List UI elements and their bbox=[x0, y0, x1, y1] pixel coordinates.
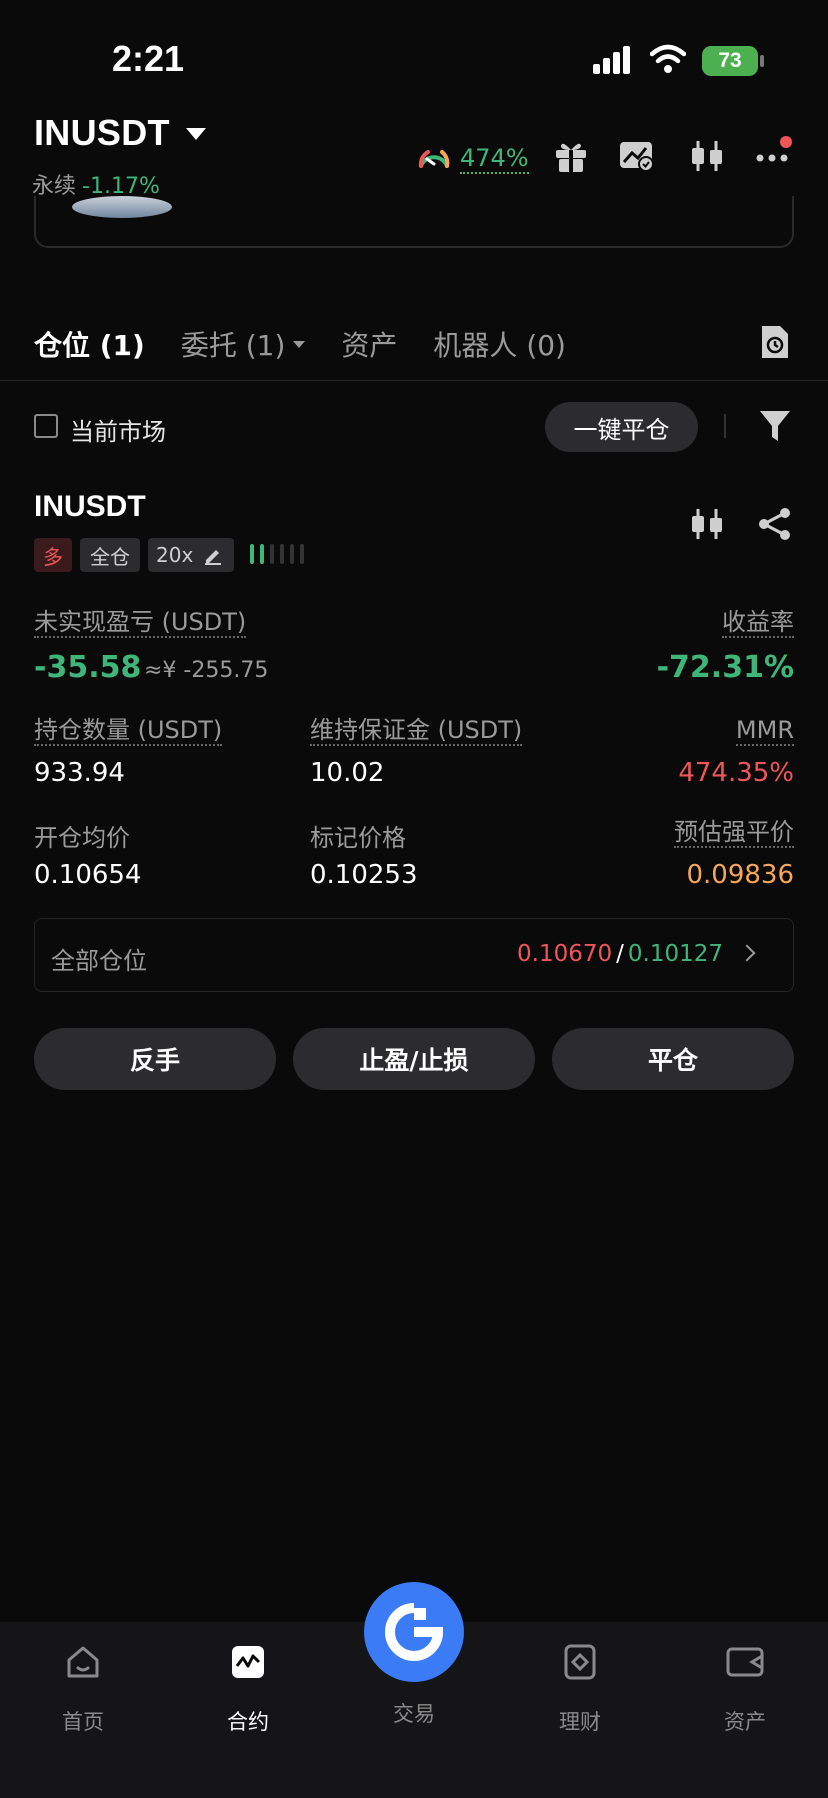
position-tabs: 仓位 (1) 委托 (1) 资产 机器人 (0) bbox=[34, 322, 602, 366]
nav-home-label: 首页 bbox=[62, 1710, 104, 1734]
nav-trade-label[interactable]: 交易 bbox=[354, 1698, 474, 1728]
risk-level-bars bbox=[250, 544, 304, 564]
filter-icon[interactable] bbox=[758, 408, 792, 444]
unrealized-pnl-cny: ≈¥ -255.75 bbox=[144, 658, 269, 683]
filter-separator bbox=[724, 414, 726, 438]
all-positions-label: 全部仓位 bbox=[51, 947, 147, 975]
close-position-button[interactable]: 平仓 bbox=[552, 1028, 794, 1090]
liquidation-price-label[interactable]: 预估强平价 bbox=[674, 818, 794, 848]
liquidation-price-value: 0.09836 bbox=[686, 860, 794, 890]
all-positions-prices: 0.10670/0.10127 bbox=[517, 941, 723, 967]
edit-icon bbox=[205, 550, 222, 565]
pair-title[interactable]: INUSDT bbox=[34, 112, 170, 154]
trade-fab-button[interactable] bbox=[364, 1582, 464, 1682]
position-symbol[interactable]: INUSDT bbox=[34, 490, 146, 524]
signal-icon bbox=[593, 46, 630, 74]
futures-chart-icon bbox=[232, 1646, 264, 1678]
chevron-right-icon bbox=[738, 944, 756, 962]
reverse-button[interactable]: 反手 bbox=[34, 1028, 276, 1090]
position-size-value: 933.94 bbox=[34, 758, 125, 788]
unrealized-pnl-label[interactable]: 未实现盈亏 (USDT) bbox=[34, 608, 247, 638]
position-size-label[interactable]: 持仓数量 (USDT) bbox=[34, 716, 223, 746]
close-all-button[interactable]: 一键平仓 bbox=[545, 402, 698, 452]
home-icon bbox=[67, 1646, 99, 1678]
gift-icon[interactable] bbox=[552, 138, 590, 174]
nav-earn[interactable]: 理财 bbox=[520, 1640, 640, 1736]
current-market-label[interactable]: 当前市场 bbox=[70, 412, 166, 447]
all-positions-separator: / bbox=[616, 941, 624, 967]
chart-settings-icon[interactable] bbox=[618, 138, 656, 174]
all-positions-high: 0.10670 bbox=[517, 941, 613, 967]
notification-dot bbox=[780, 136, 792, 148]
tp-sl-button[interactable]: 止盈/止损 bbox=[293, 1028, 535, 1090]
status-bar: 2:21 73 bbox=[0, 0, 828, 110]
mark-price-label: 标记价格 bbox=[310, 824, 406, 852]
side-badge: 多 bbox=[34, 538, 72, 572]
status-time: 2:21 bbox=[112, 38, 185, 79]
history-document-icon[interactable] bbox=[758, 324, 792, 360]
battery-icon: 73 bbox=[702, 46, 758, 76]
nav-futures[interactable]: 合约 bbox=[188, 1640, 308, 1736]
all-positions-row[interactable]: 全部仓位 0.10670/0.10127 bbox=[34, 918, 794, 992]
earn-icon bbox=[564, 1644, 596, 1680]
chevron-down-icon[interactable] bbox=[186, 128, 206, 140]
margin-mode-badge: 全仓 bbox=[80, 538, 140, 572]
tab-positions[interactable]: 仓位 (1) bbox=[34, 324, 145, 364]
nav-home[interactable]: 首页 bbox=[23, 1640, 143, 1736]
wallet-icon bbox=[726, 1647, 764, 1677]
mark-price-value: 0.10253 bbox=[310, 860, 418, 890]
mmr-value: 474.35% bbox=[678, 758, 794, 788]
wifi-icon bbox=[650, 44, 686, 73]
entry-price-label: 开仓均价 bbox=[34, 824, 130, 852]
nav-futures-label: 合约 bbox=[227, 1710, 269, 1734]
tab-orders[interactable]: 委托 (1) bbox=[181, 324, 306, 364]
current-market-checkbox[interactable] bbox=[34, 414, 58, 438]
gauge-icon[interactable] bbox=[416, 140, 452, 172]
all-positions-low: 0.10127 bbox=[627, 941, 723, 967]
risk-gauge-value[interactable]: 474% bbox=[460, 144, 529, 174]
unrealized-pnl-value: -35.58 bbox=[34, 650, 142, 685]
candlestick-icon[interactable] bbox=[688, 506, 726, 542]
trade-logo-icon bbox=[385, 1603, 444, 1661]
battery-tip bbox=[760, 55, 764, 67]
tab-bots[interactable]: 机器人 (0) bbox=[433, 324, 566, 364]
leverage-value: 20x bbox=[156, 543, 194, 567]
entry-price-value: 0.10654 bbox=[34, 860, 142, 890]
roe-label[interactable]: 收益率 bbox=[722, 608, 794, 638]
nav-assets[interactable]: 资产 bbox=[685, 1640, 805, 1736]
nav-earn-label: 理财 bbox=[559, 1710, 601, 1734]
maintenance-margin-value: 10.02 bbox=[310, 758, 385, 788]
candlestick-icon[interactable] bbox=[688, 138, 726, 174]
share-icon[interactable] bbox=[756, 506, 794, 542]
leverage-badge[interactable]: 20x bbox=[148, 538, 234, 572]
tab-assets[interactable]: 资产 bbox=[341, 324, 397, 364]
roe-value: -72.31% bbox=[656, 650, 794, 685]
maintenance-margin-label[interactable]: 维持保证金 (USDT) bbox=[310, 716, 523, 746]
nav-assets-label: 资产 bbox=[724, 1710, 766, 1734]
collapsed-card bbox=[34, 196, 794, 248]
chevron-down-icon bbox=[293, 340, 306, 348]
tab-orders-label: 委托 (1) bbox=[180, 329, 286, 362]
tabs-divider bbox=[0, 380, 828, 381]
mmr-label[interactable]: MMR bbox=[735, 716, 794, 746]
